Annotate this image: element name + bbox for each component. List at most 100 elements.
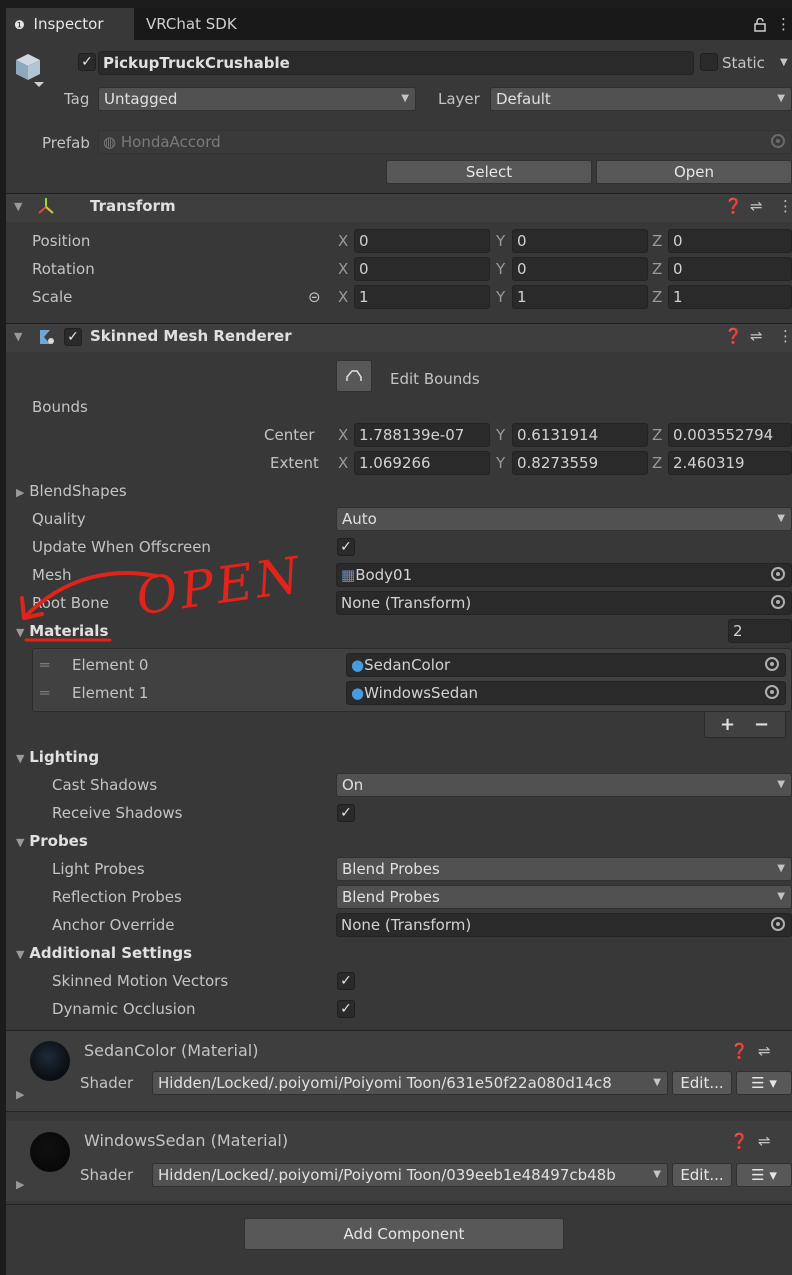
add-element-button[interactable]: + xyxy=(720,714,735,736)
shader-edit-button[interactable]: Edit... xyxy=(672,1071,732,1095)
shader-edit-button[interactable]: Edit... xyxy=(672,1163,732,1187)
center-x-field[interactable]: 1.788139e-07 xyxy=(354,423,490,447)
foldout-collapsed-icon[interactable]: ▶ xyxy=(16,1174,24,1196)
extent-y-field[interactable]: 0.8273559 xyxy=(512,451,648,475)
object-picker-icon xyxy=(771,134,785,148)
object-picker-icon[interactable] xyxy=(771,567,785,581)
probes-foldout[interactable]: ▼ Probes xyxy=(16,830,88,852)
extent-z-field[interactable]: 2.460319 xyxy=(668,451,792,475)
chevron-down-icon: ▼ xyxy=(777,779,785,790)
material-slot-1[interactable]: ●WindowsSedan xyxy=(346,681,786,705)
dynamic-occlusion-checkbox[interactable]: ✓ xyxy=(337,1000,355,1018)
prefab-select-button[interactable]: Select xyxy=(386,160,592,184)
quality-dropdown[interactable]: Auto ▼ xyxy=(336,507,792,531)
tab-vrchat-sdk-label: VRChat SDK xyxy=(146,15,237,33)
help-icon[interactable]: ❓ xyxy=(730,1040,749,1062)
skinned-mesh-renderer-header[interactable]: ▼ ✓ Skinned Mesh Renderer ❓ ⇌ ⋮ xyxy=(6,323,792,352)
axis-y-label: Y xyxy=(496,232,506,250)
menu-dots-icon[interactable]: ⋮ xyxy=(776,8,791,40)
additional-settings-foldout[interactable]: ▼ Additional Settings xyxy=(16,942,192,964)
help-icon[interactable]: ❓ xyxy=(724,327,743,345)
lighting-foldout[interactable]: ▼ Lighting xyxy=(16,746,99,768)
update-offscreen-checkbox[interactable]: ✓ xyxy=(337,538,355,556)
extent-x-field[interactable]: 1.069266 xyxy=(354,451,490,475)
static-checkbox[interactable] xyxy=(700,53,718,71)
remove-element-button[interactable]: − xyxy=(754,714,769,736)
presets-icon[interactable]: ⇌ xyxy=(750,327,763,345)
cast-shadows-dropdown[interactable]: On ▼ xyxy=(336,773,792,797)
scale-x-field[interactable]: 1 xyxy=(354,285,490,309)
active-checkbox[interactable]: ✓ xyxy=(78,53,96,71)
presets-icon[interactable]: ⇌ xyxy=(758,1040,771,1062)
position-z-field[interactable]: 0 xyxy=(668,229,792,253)
rotation-y-field[interactable]: 0 xyxy=(512,257,648,281)
component-menu-icon[interactable]: ⋮ xyxy=(778,197,792,215)
foldout-icon: ▼ xyxy=(14,200,23,213)
reflection-probes-label: Reflection Probes xyxy=(52,888,182,906)
shader-dropdown[interactable]: Hidden/Locked/.poiyomi/Poiyomi Toon/039e… xyxy=(152,1163,668,1187)
layer-dropdown[interactable]: Default ▼ xyxy=(490,87,792,111)
skinned-motion-checkbox[interactable]: ✓ xyxy=(337,972,355,990)
center-z-field[interactable]: 0.003552794 xyxy=(668,423,792,447)
scale-z-field[interactable]: 1 xyxy=(668,285,792,309)
foldout-icon: ▼ xyxy=(16,836,25,849)
layer-label: Layer xyxy=(438,90,480,108)
prefab-open-button[interactable]: Open xyxy=(596,160,792,184)
axis-y-label: Y xyxy=(496,454,506,472)
extent-label: Extent xyxy=(270,454,319,472)
scale-y-field[interactable]: 1 xyxy=(512,285,648,309)
chevron-down-icon: ▼ xyxy=(777,863,785,874)
lock-icon[interactable] xyxy=(754,8,774,40)
receive-shadows-checkbox[interactable]: ✓ xyxy=(337,804,355,822)
position-y-field[interactable]: 0 xyxy=(512,229,648,253)
rotation-x-field[interactable]: 0 xyxy=(354,257,490,281)
help-icon[interactable]: ❓ xyxy=(730,1130,749,1152)
help-icon[interactable]: ❓ xyxy=(724,197,743,215)
gameobject-icon xyxy=(12,48,48,88)
object-picker-icon[interactable] xyxy=(771,917,785,931)
foldout-collapsed-icon[interactable]: ▶ xyxy=(16,1084,24,1106)
light-probes-dropdown[interactable]: Blend Probes ▼ xyxy=(336,857,792,881)
inspector-panel: ❶ Inspector VRChat SDK ⋮ ✓ PickupTruckCr… xyxy=(6,8,792,1275)
position-x-field[interactable]: 0 xyxy=(354,229,490,253)
presets-icon[interactable]: ⇌ xyxy=(750,197,763,215)
object-picker-icon[interactable] xyxy=(765,685,779,699)
presets-icon[interactable]: ⇌ xyxy=(758,1130,771,1152)
tab-vrchat-sdk[interactable]: VRChat SDK xyxy=(146,8,256,40)
reflection-probes-dropdown[interactable]: Blend Probes ▼ xyxy=(336,885,792,909)
drag-handle-icon[interactable]: ═ xyxy=(40,682,49,704)
transform-header[interactable]: ▼ Transform ❓ ⇌ ⋮ xyxy=(6,193,792,222)
static-dropdown-icon[interactable]: ▼ xyxy=(780,52,788,74)
rotation-z-field[interactable]: 0 xyxy=(668,257,792,281)
shader-list-button[interactable]: ☰ ▾ xyxy=(736,1163,792,1187)
component-menu-icon[interactable]: ⋮ xyxy=(778,327,792,345)
material-slot-0[interactable]: ●SedanColor xyxy=(346,653,786,677)
foldout-icon: ▼ xyxy=(16,948,25,961)
materials-size-field[interactable]: 2 xyxy=(728,619,792,643)
object-name-field[interactable]: PickupTruckCrushable xyxy=(98,51,694,75)
shader-list-button[interactable]: ☰ ▾ xyxy=(736,1071,792,1095)
root-bone-field[interactable]: None (Transform) xyxy=(336,591,792,615)
center-label: Center xyxy=(264,426,315,444)
renderer-enabled-checkbox[interactable]: ✓ xyxy=(64,328,82,346)
skinned-mesh-icon xyxy=(36,327,56,351)
blendshapes-foldout[interactable]: ▶ BlendShapes xyxy=(16,480,127,502)
material-preview-sphere xyxy=(30,1041,70,1081)
tag-dropdown[interactable]: Untagged ▼ xyxy=(98,87,416,111)
tab-inspector[interactable]: ❶ Inspector xyxy=(6,8,134,40)
mesh-field[interactable]: ▦Body01 xyxy=(336,563,792,587)
center-y-field[interactable]: 0.6131914 xyxy=(512,423,648,447)
edit-bounds-label: Edit Bounds xyxy=(390,370,480,388)
chevron-down-icon: ▼ xyxy=(777,891,785,902)
object-picker-icon[interactable] xyxy=(771,595,785,609)
skinned-motion-label: Skinned Motion Vectors xyxy=(52,972,229,990)
smr-title: Skinned Mesh Renderer xyxy=(90,327,292,345)
link-icon[interactable]: ⊝ xyxy=(308,286,321,308)
tab-bar: ❶ Inspector VRChat SDK ⋮ xyxy=(6,8,792,40)
anchor-override-field[interactable]: None (Transform) xyxy=(336,913,792,937)
shader-dropdown[interactable]: Hidden/Locked/.poiyomi/Poiyomi Toon/631e… xyxy=(152,1071,668,1095)
prefab-icon: ◍ xyxy=(103,133,117,151)
edit-bounds-button[interactable] xyxy=(336,360,372,392)
add-component-button[interactable]: Add Component xyxy=(244,1218,564,1250)
object-picker-icon[interactable] xyxy=(765,657,779,671)
